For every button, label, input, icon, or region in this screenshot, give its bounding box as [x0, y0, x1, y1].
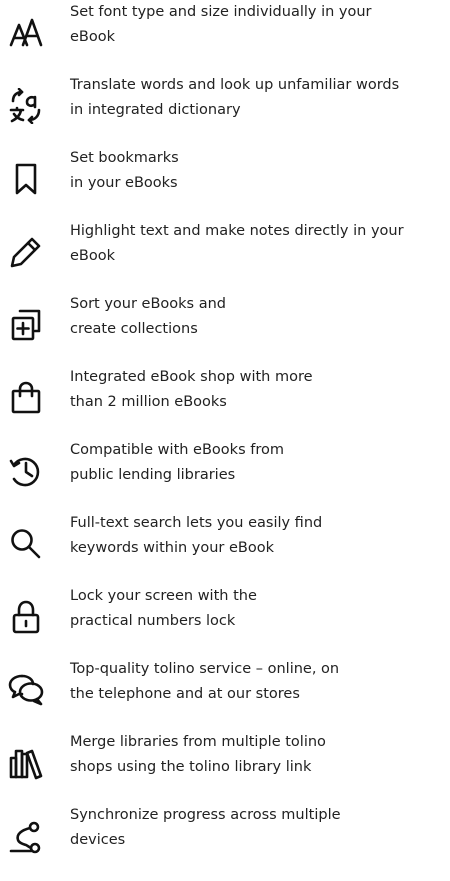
shopping-bag-icon [7, 379, 45, 417]
feature-line: the telephone and at our stores [70, 686, 300, 702]
feature-text: Compatible with eBooks from public lendi… [70, 438, 284, 488]
library-books-icon [7, 744, 45, 782]
feature-item-shop: Integrated eBook shop with more than 2 m… [0, 365, 450, 431]
feature-line: Highlight text and make notes directly i… [70, 223, 404, 239]
collection-icon [7, 306, 45, 344]
feature-line: in your eBooks [70, 175, 178, 191]
feature-line: shops using the tolino library link [70, 759, 312, 775]
feature-text: Integrated eBook shop with more than 2 m… [70, 365, 313, 415]
feature-item-lock: Lock your screen with the practical numb… [0, 584, 450, 650]
feature-line: eBook [70, 29, 116, 45]
bookmark-icon [7, 160, 45, 198]
feature-item-bookmark: Set bookmarks in your eBooks [0, 146, 450, 212]
feature-line: eBook [70, 248, 116, 264]
translate-icon [7, 87, 45, 125]
feature-text: Full-text search lets you easily find ke… [70, 511, 322, 561]
feature-line: Full-text search lets you easily find [70, 515, 323, 531]
feature-line: public lending libraries [70, 467, 236, 483]
history-clock-icon [7, 452, 45, 490]
feature-line: keywords within your eBook [70, 540, 274, 556]
feature-text: Synchronize progress across multiple dev… [70, 803, 341, 853]
feature-list: Set font type and size individually in y… [0, 0, 450, 881]
feature-line: Lock your screen with the [70, 588, 257, 604]
sync-path-icon [7, 819, 45, 857]
feature-line: in integrated dictionary [70, 102, 241, 118]
feature-line: Synchronize progress across multiple [70, 807, 341, 823]
feature-text: Set font type and size individually in y… [70, 0, 372, 50]
chat-bubbles-icon [7, 671, 45, 709]
lock-icon [7, 598, 45, 636]
feature-item-library-link: Merge libraries from multiple tolino sho… [0, 730, 450, 796]
feature-text: Lock your screen with the practical numb… [70, 584, 257, 634]
feature-text: Set bookmarks in your eBooks [70, 146, 179, 196]
feature-item-search: Full-text search lets you easily find ke… [0, 511, 450, 577]
feature-item-highlight: Highlight text and make notes directly i… [0, 219, 450, 285]
font-size-icon [7, 14, 45, 52]
feature-line: Top-quality tolino service – online, on [70, 661, 340, 677]
search-icon [7, 525, 45, 563]
feature-line: practical numbers lock [70, 613, 236, 629]
feature-item-sync: Synchronize progress across multiple dev… [0, 803, 450, 869]
feature-text: Sort your eBooks and create collections [70, 292, 226, 342]
feature-item-font: Set font type and size individually in y… [0, 0, 450, 66]
feature-text: Highlight text and make notes directly i… [70, 219, 404, 269]
feature-line: Compatible with eBooks from [70, 442, 284, 458]
feature-line: Integrated eBook shop with more [70, 369, 313, 385]
feature-text: Merge libraries from multiple tolino sho… [70, 730, 326, 780]
feature-line: Sort your eBooks and [70, 296, 226, 312]
feature-item-translate: Translate words and look up unfamiliar w… [0, 73, 450, 139]
feature-line: Set bookmarks [70, 150, 179, 166]
pencil-icon [7, 233, 45, 271]
feature-line: than 2 million eBooks [70, 394, 227, 410]
feature-line: create collections [70, 321, 198, 337]
feature-item-libraries: Compatible with eBooks from public lendi… [0, 438, 450, 504]
feature-line: Merge libraries from multiple tolino [70, 734, 326, 750]
feature-text: Top-quality tolino service – online, on … [70, 657, 339, 707]
feature-item-service: Top-quality tolino service – online, on … [0, 657, 450, 723]
feature-item-collections: Sort your eBooks and create collections [0, 292, 450, 358]
feature-line: devices [70, 832, 126, 848]
feature-line: Set font type and size individually in y… [70, 4, 372, 20]
feature-text: Translate words and look up unfamiliar w… [70, 73, 399, 123]
feature-line: Translate words and look up unfamiliar w… [70, 77, 400, 93]
